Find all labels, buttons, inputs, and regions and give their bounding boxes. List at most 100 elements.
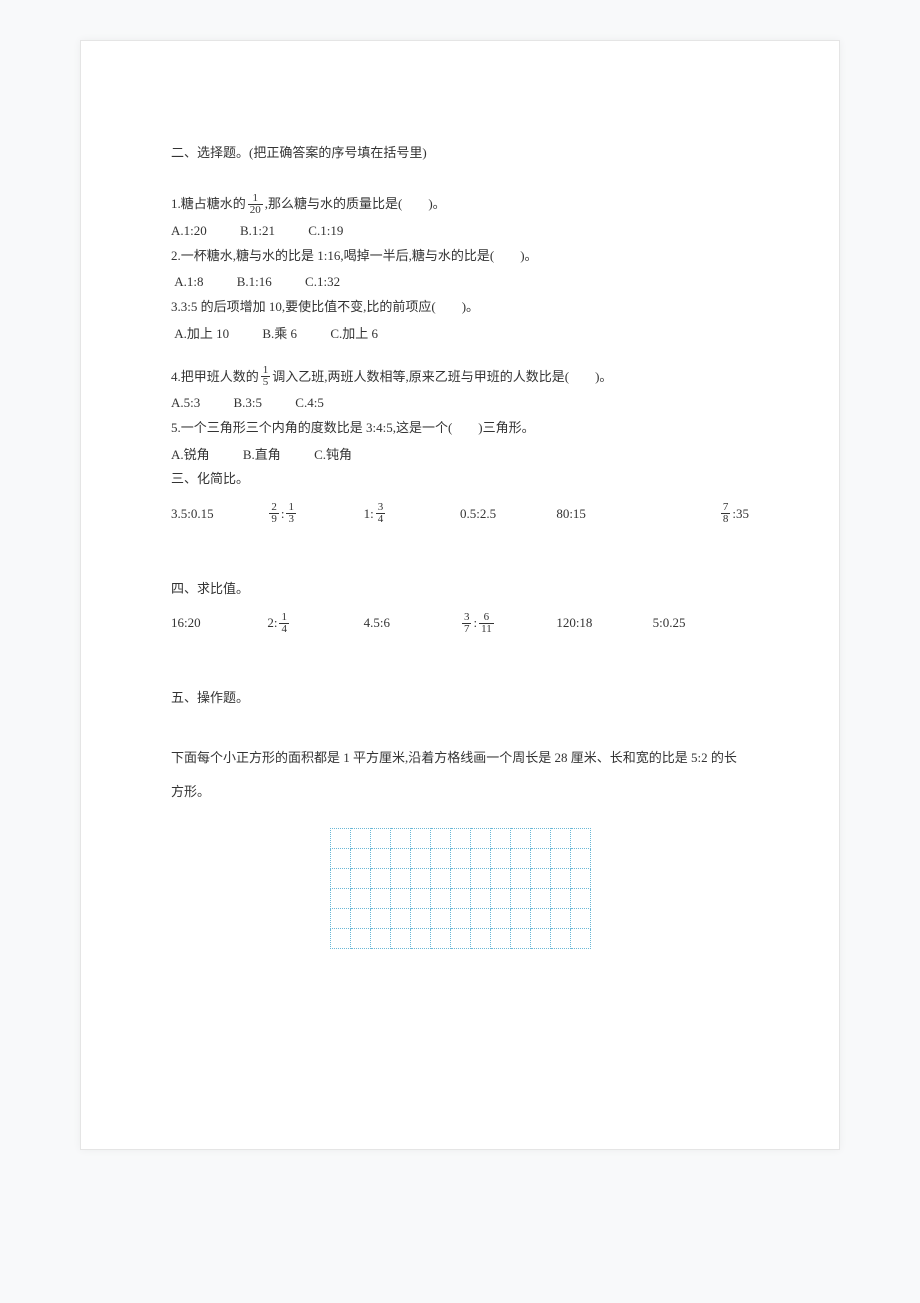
section-4-expressions: 16:20 2:14 4.5:6 37:611 120:18 5:0.25 (171, 611, 749, 636)
q1-opt-a: A.1:20 (171, 219, 207, 244)
q1-pre: 1.糖占糖水的 (171, 196, 246, 211)
grid-cell (370, 889, 390, 909)
grid-cell (470, 869, 490, 889)
q5-options: A.锐角 B.直角 C.钝角 (171, 443, 749, 468)
grid-cell (570, 849, 590, 869)
grid-cell (550, 869, 570, 889)
grid-cell (410, 929, 430, 949)
expr-3-5: 80:15 (556, 502, 652, 527)
grid-cell (510, 909, 530, 929)
q1-post: ,那么糖与水的质量比是( )。 (265, 196, 446, 211)
grid-cell (430, 909, 450, 929)
grid-cell (410, 909, 430, 929)
grid-cell (410, 829, 430, 849)
grid-cell (470, 889, 490, 909)
grid-cell (390, 909, 410, 929)
grid-cell (470, 909, 490, 929)
grid-cell (330, 869, 350, 889)
grid-cell (370, 929, 390, 949)
grid-cell (550, 889, 570, 909)
grid-cell (570, 869, 590, 889)
document-page: 二、选择题。(把正确答案的序号填在括号里) 1.糖占糖水的120,那么糖与水的质… (80, 40, 840, 1150)
grid-cell (350, 909, 370, 929)
grid-cell (450, 929, 470, 949)
grid-cell (330, 909, 350, 929)
grid-cell (470, 829, 490, 849)
q3-options: A.加上 10 B.乘 6 C.加上 6 (171, 322, 749, 347)
grid-cell (510, 849, 530, 869)
q5-opt-c: C.钝角 (314, 443, 352, 468)
q3-opt-a: A.加上 10 (174, 322, 229, 347)
grid-cell (370, 829, 390, 849)
grid-cell (550, 929, 570, 949)
grid-cell (450, 849, 470, 869)
section-4-title: 四、求比值。 (171, 577, 749, 602)
grid-cell (350, 829, 370, 849)
q1-opt-c: C.1:19 (308, 219, 343, 244)
grid-cell (370, 909, 390, 929)
q1-opt-b: B.1:21 (240, 219, 275, 244)
grid-cell (530, 869, 550, 889)
q3-opt-b: B.乘 6 (262, 322, 297, 347)
grid-cell (530, 889, 550, 909)
section-5-text: 下面每个小正方形的面积都是 1 平方厘米,沿着方格线画一个周长是 28 厘米、长… (171, 741, 749, 809)
grid-cell (330, 849, 350, 869)
grid-cell (390, 889, 410, 909)
q4-opt-a: A.5:3 (171, 391, 200, 416)
question-4: 4.把甲班人数的15调入乙班,两班人数相等,原来乙班与甲班的人数比是( )。 (171, 365, 749, 390)
grid-cell (330, 829, 350, 849)
expr-3-2: 29:13 (267, 502, 363, 527)
grid-cell (490, 869, 510, 889)
expr-4-6: 5:0.25 (653, 611, 749, 636)
grid-cell (510, 889, 530, 909)
grid-cell (570, 889, 590, 909)
q5-opt-a: A.锐角 (171, 443, 210, 468)
q2-opt-a: A.1:8 (174, 270, 203, 295)
q4-pre: 4.把甲班人数的 (171, 369, 259, 384)
grid-cell (570, 909, 590, 929)
grid-cell (430, 869, 450, 889)
grid-cell (570, 929, 590, 949)
grid-cell (510, 829, 530, 849)
grid-cell (470, 929, 490, 949)
grid-cell (430, 929, 450, 949)
q2-opt-b: B.1:16 (237, 270, 272, 295)
q1-options: A.1:20 B.1:21 C.1:19 (171, 219, 749, 244)
grid-cell (390, 849, 410, 869)
section-2-title: 二、选择题。(把正确答案的序号填在括号里) (171, 141, 749, 164)
section-3-title: 三、化简比。 (171, 467, 749, 492)
expr-3-1: 3.5:0.15 (171, 502, 267, 527)
grid-cell (450, 889, 470, 909)
q3-opt-c: C.加上 6 (330, 322, 378, 347)
grid-cell (550, 849, 570, 869)
grid-cell (390, 929, 410, 949)
q4-post: 调入乙班,两班人数相等,原来乙班与甲班的人数比是( )。 (272, 369, 612, 384)
expr-4-1: 16:20 (171, 611, 267, 636)
grid-cell (350, 849, 370, 869)
grid-cell (570, 829, 590, 849)
grid-cell (370, 869, 390, 889)
question-1: 1.糖占糖水的120,那么糖与水的质量比是( )。 (171, 192, 749, 217)
grid-cell (450, 909, 470, 929)
q2-opt-c: C.1:32 (305, 270, 340, 295)
grid-cell (530, 849, 550, 869)
grid-cell (430, 849, 450, 869)
grid-cell (330, 929, 350, 949)
expr-4-4: 37:611 (460, 611, 556, 636)
q4-fraction: 15 (261, 365, 271, 388)
grid-cell (550, 829, 570, 849)
section-3-expressions: 3.5:0.15 29:13 1:34 0.5:2.5 80:15 78:35 (171, 502, 749, 527)
answer-grid (330, 828, 591, 949)
expr-3-6: 78:35 (653, 502, 749, 527)
grid-cell (530, 909, 550, 929)
grid-cell (550, 909, 570, 929)
grid-cell (330, 889, 350, 909)
grid-container (171, 828, 749, 949)
grid-cell (390, 829, 410, 849)
q4-opt-b: B.3:5 (234, 391, 263, 416)
grid-cell (490, 909, 510, 929)
q2-options: A.1:8 B.1:16 C.1:32 (171, 270, 749, 295)
grid-cell (510, 869, 530, 889)
grid-cell (350, 869, 370, 889)
expr-4-5: 120:18 (556, 611, 652, 636)
